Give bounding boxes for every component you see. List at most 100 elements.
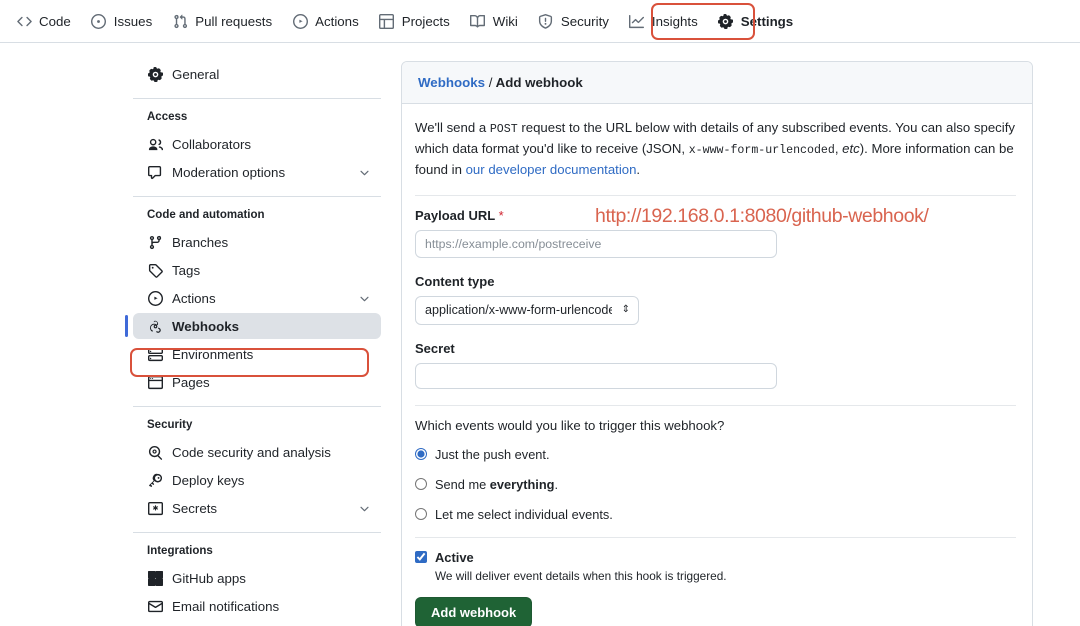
- sidebar-section-heading: Integrations: [133, 545, 381, 557]
- issue-opened-icon: [91, 13, 107, 29]
- sidebar-item-webhooks[interactable]: Webhooks: [133, 313, 381, 339]
- content-type-field: Content type application/x-www-form-urle…: [415, 274, 1016, 325]
- sidebar-item-moderation-options[interactable]: Moderation options: [133, 159, 381, 185]
- sidebar-item-email-notifications[interactable]: Email notifications: [133, 593, 381, 619]
- sidebar-item-secrets[interactable]: Secrets: [133, 495, 381, 521]
- play-icon: [147, 290, 163, 306]
- active-checkbox-row[interactable]: Active: [415, 550, 1016, 565]
- developer-documentation-link[interactable]: our developer documentation: [466, 162, 637, 177]
- active-description: We will deliver event details when this …: [435, 569, 1016, 583]
- breadcrumb-webhooks-link[interactable]: Webhooks: [418, 75, 485, 90]
- intro-part1: We'll send a: [415, 120, 490, 135]
- event-radio-2[interactable]: [415, 508, 427, 520]
- nav-item-insights[interactable]: Insights: [619, 7, 708, 35]
- intro-code-urlencoded: x-www-form-urlencoded: [689, 144, 835, 157]
- content-type-label: Content type: [415, 274, 1016, 289]
- chevron-down-icon[interactable]: [358, 292, 371, 305]
- content-type-select[interactable]: application/x-www-form-urlencodedapplica…: [415, 296, 639, 325]
- sidebar-item-label: Secrets: [172, 501, 349, 516]
- sidebar-item-branches[interactable]: Branches: [133, 229, 381, 255]
- intro-etc: etc: [842, 141, 860, 156]
- sidebar-item-github-apps[interactable]: GitHub apps: [133, 565, 381, 591]
- sidebar-item-tags[interactable]: Tags: [133, 257, 381, 283]
- book-icon: [470, 13, 486, 29]
- divider-intro: [415, 195, 1016, 196]
- nav-item-label: Issues: [114, 14, 152, 29]
- git-branch-icon: [147, 234, 163, 250]
- event-option-1[interactable]: Send me everything.: [415, 477, 1016, 492]
- sidebar-item-environments[interactable]: Environments: [133, 341, 381, 367]
- add-webhook-button[interactable]: Add webhook: [415, 597, 532, 626]
- secret-input[interactable]: [415, 363, 777, 389]
- nav-item-pull-requests[interactable]: Pull requests: [162, 7, 282, 35]
- sidebar-item-label: Collaborators: [172, 137, 371, 152]
- chevron-down-icon[interactable]: [358, 166, 371, 179]
- tag-icon: [147, 262, 163, 278]
- sidebar-item-label: Environments: [172, 347, 371, 362]
- codescan-icon: [147, 444, 163, 460]
- payload-url-input[interactable]: [415, 230, 777, 258]
- secret-label: Secret: [415, 341, 1016, 356]
- intro-part5: .: [636, 162, 640, 177]
- chevron-down-icon[interactable]: [358, 502, 371, 515]
- event-option-2[interactable]: Let me select individual events.: [415, 507, 1016, 522]
- event-radio-1[interactable]: [415, 478, 427, 490]
- nav-item-code[interactable]: Code: [6, 7, 81, 35]
- nav-item-label: Code: [39, 14, 71, 29]
- sidebar-item-label: Tags: [172, 263, 371, 278]
- webhook-form: We'll send a POST request to the URL bel…: [402, 104, 1032, 626]
- event-option-label: Send me everything.: [435, 477, 558, 492]
- payload-url-label-text: Payload URL: [415, 208, 495, 223]
- active-label: Active: [435, 550, 474, 565]
- sidebar-item-label: Email notifications: [172, 599, 371, 614]
- repo-top-nav: Code Issues Pull requests Actions Projects Wi…: [0, 0, 1080, 43]
- nav-item-label: Pull requests: [195, 14, 272, 29]
- divider-active: [415, 537, 1016, 538]
- sidebar-item-code-security-and-analysis[interactable]: Code security and analysis: [133, 439, 381, 465]
- breadcrumb: Webhooks / Add webhook: [402, 62, 1032, 104]
- browser-icon: [147, 374, 163, 390]
- nav-item-label: Projects: [402, 14, 450, 29]
- nav-item-label: Insights: [652, 14, 698, 29]
- event-label-suffix: .: [555, 477, 559, 492]
- sidebar-item-label: Deploy keys: [172, 473, 371, 488]
- nav-item-issues[interactable]: Issues: [81, 7, 162, 35]
- event-radio-0[interactable]: [415, 448, 427, 460]
- git-pull-request-icon: [172, 13, 188, 29]
- table-icon: [379, 13, 395, 29]
- event-option-0[interactable]: Just the push event.: [415, 447, 1016, 462]
- breadcrumb-separator: /: [489, 75, 493, 90]
- sidebar-item-label: Pages: [172, 375, 371, 390]
- secret-field: Secret: [415, 341, 1016, 389]
- apps-icon: [147, 570, 163, 586]
- code-icon: [16, 13, 32, 29]
- nav-item-wiki[interactable]: Wiki: [460, 7, 528, 35]
- sidebar-item-label: Moderation options: [172, 165, 349, 180]
- intro-text: We'll send a POST request to the URL bel…: [415, 118, 1016, 181]
- nav-item-projects[interactable]: Projects: [369, 7, 460, 35]
- intro-code-post: POST: [490, 123, 518, 136]
- sidebar-item-label: Branches: [172, 235, 371, 250]
- payload-url-label: Payload URL *: [415, 208, 1016, 223]
- sidebar-item-collaborators[interactable]: Collaborators: [133, 131, 381, 157]
- sidebar-item-label: Code security and analysis: [172, 445, 371, 460]
- sidebar-item-deploy-keys[interactable]: Deploy keys: [133, 467, 381, 493]
- sidebar-item-label: Webhooks: [172, 319, 371, 334]
- nav-item-actions[interactable]: Actions: [282, 7, 369, 35]
- active-checkbox[interactable]: [415, 551, 427, 563]
- event-options-group: Just the push event. Send me everything. L…: [415, 447, 1016, 522]
- add-webhook-card: Webhooks / Add webhook We'll send a POST…: [401, 61, 1033, 626]
- event-label-text: Send me: [435, 477, 490, 492]
- sidebar-item-actions[interactable]: Actions: [133, 285, 381, 311]
- nav-item-security[interactable]: Security: [528, 7, 619, 35]
- nav-item-label: Security: [561, 14, 609, 29]
- event-option-label: Let me select individual events.: [435, 507, 613, 522]
- sidebar-item-label: General: [172, 67, 371, 82]
- people-icon: [147, 136, 163, 152]
- sidebar-item-pages[interactable]: Pages: [133, 369, 381, 395]
- graph-icon: [629, 13, 645, 29]
- nav-item-settings[interactable]: Settings: [708, 7, 803, 35]
- webhook-icon: [147, 318, 163, 334]
- sidebar-item-general[interactable]: General: [133, 61, 381, 87]
- payload-url-field: Payload URL * http://192.168.0.1:8080/gi…: [415, 208, 1016, 258]
